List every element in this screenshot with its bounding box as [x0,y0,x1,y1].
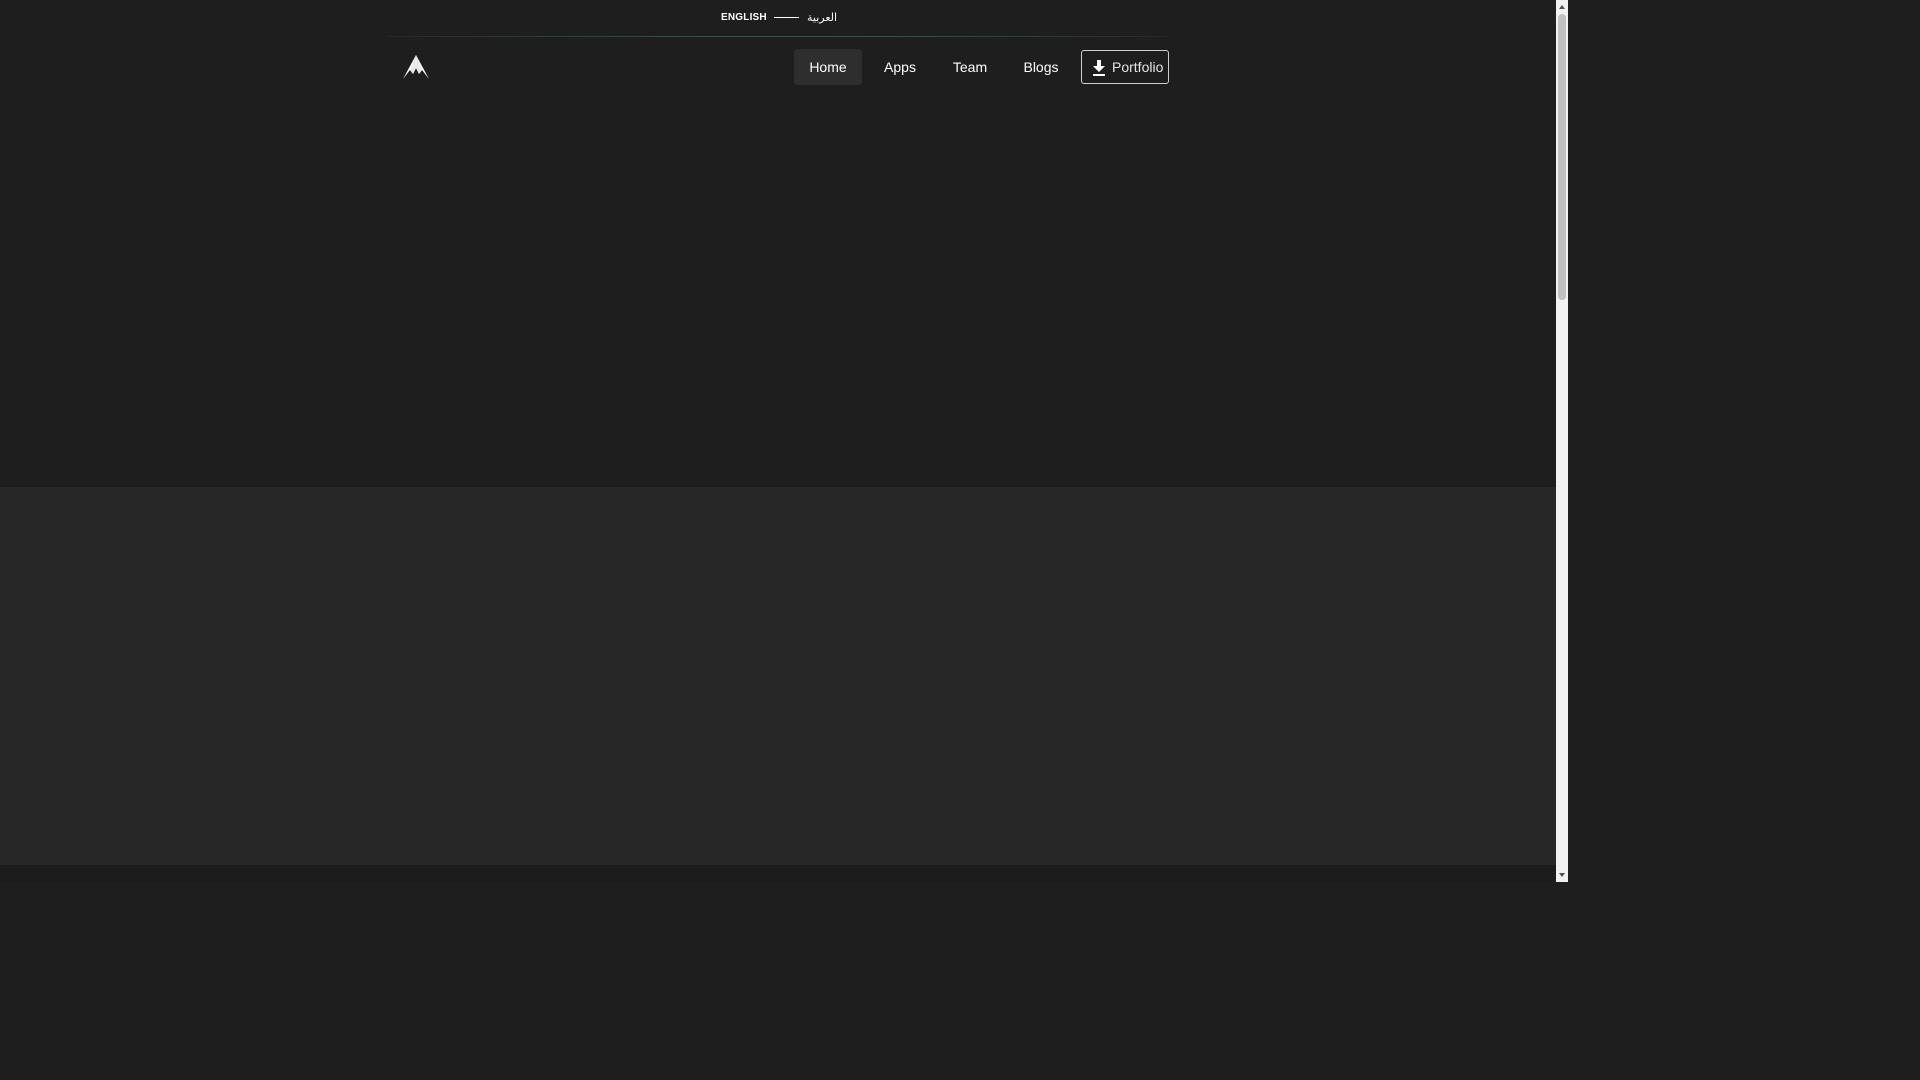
hero-section: ENGLISH العربية Home Apps Team Blogs Por… [0,0,1556,487]
scroll-up-arrow-icon[interactable] [1556,0,1568,14]
nav-apps[interactable]: Apps [866,49,934,85]
content-section [0,487,1556,865]
nav-team[interactable]: Team [936,49,1004,85]
language-bar: ENGLISH العربية [0,0,1556,36]
vertical-scrollbar[interactable] [1556,0,1568,882]
nav-home[interactable]: Home [794,49,862,85]
site-logo[interactable] [402,54,430,80]
portfolio-label: Portfolio [1112,59,1164,75]
mountain-logo-icon [403,55,429,79]
language-english-link[interactable]: ENGLISH [721,12,767,23]
header-divider [388,36,1168,37]
scrollbar-thumb[interactable] [1558,14,1566,300]
language-separator [774,17,799,18]
page-viewport: ENGLISH العربية Home Apps Team Blogs Por… [0,0,1556,882]
portfolio-download-button[interactable]: Portfolio [1081,50,1169,84]
lower-section [0,865,1556,882]
language-arabic-link[interactable]: العربية [807,11,837,24]
download-icon [1093,60,1105,76]
scroll-down-arrow-icon[interactable] [1556,868,1568,882]
nav-blogs[interactable]: Blogs [1007,49,1075,85]
